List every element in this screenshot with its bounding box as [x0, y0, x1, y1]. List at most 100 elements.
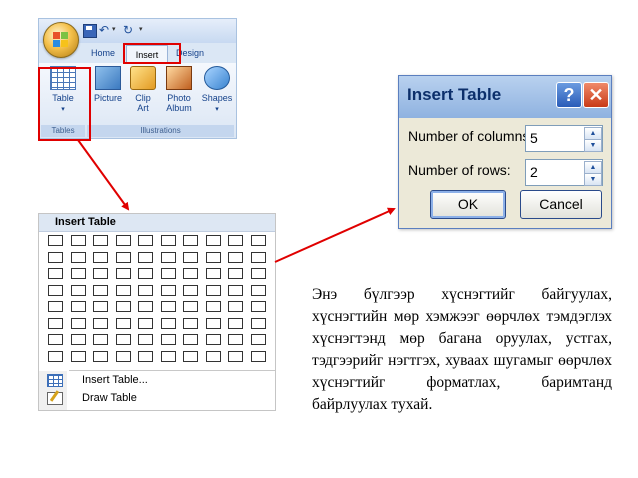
- columns-value[interactable]: 5: [530, 130, 538, 146]
- grid-cell[interactable]: [183, 235, 198, 246]
- grid-cell[interactable]: [115, 268, 131, 279]
- grid-cell[interactable]: [93, 235, 108, 246]
- grid-cell[interactable]: [228, 334, 243, 345]
- grid-cell[interactable]: [183, 317, 198, 329]
- grid-cell[interactable]: [48, 268, 63, 279]
- cancel-button[interactable]: Cancel: [520, 190, 602, 219]
- grid-cell[interactable]: [160, 268, 176, 279]
- grid-cell[interactable]: [250, 350, 266, 362]
- grid-cell[interactable]: [160, 317, 176, 329]
- grid-cell[interactable]: [93, 268, 108, 279]
- grid-cell[interactable]: [48, 251, 63, 263]
- grid-cell[interactable]: [183, 268, 198, 279]
- grid-cell[interactable]: [250, 334, 266, 345]
- grid-cell[interactable]: [183, 301, 198, 312]
- grid-cell[interactable]: [228, 317, 243, 329]
- grid-cell[interactable]: [138, 268, 153, 279]
- grid-cell[interactable]: [250, 317, 266, 329]
- grid-cell[interactable]: [228, 235, 243, 246]
- grid-cell[interactable]: [138, 284, 153, 296]
- photo-album-button[interactable]: Photo Album: [161, 66, 197, 113]
- grid-cell[interactable]: [250, 235, 266, 246]
- dialog-title-bar[interactable]: Insert Table ? ✕: [399, 76, 611, 118]
- grid-cell[interactable]: [93, 251, 108, 263]
- spin-down-icon[interactable]: ▼: [584, 173, 602, 186]
- grid-cell[interactable]: [70, 317, 86, 329]
- grid-cell[interactable]: [48, 235, 63, 246]
- save-icon[interactable]: [83, 24, 97, 38]
- grid-cell[interactable]: [115, 334, 131, 345]
- redo-icon[interactable]: ↻: [123, 24, 135, 36]
- grid-cell[interactable]: [138, 301, 153, 312]
- grid-cell[interactable]: [250, 251, 266, 263]
- menu-item-insert-table[interactable]: Insert Table...: [82, 374, 148, 386]
- grid-cell[interactable]: [70, 334, 86, 345]
- grid-cell[interactable]: [115, 235, 131, 246]
- grid-cell[interactable]: [138, 251, 153, 263]
- grid-cell[interactable]: [183, 251, 198, 263]
- office-button[interactable]: [43, 22, 79, 58]
- undo-icon[interactable]: ↶: [99, 24, 111, 36]
- grid-cell[interactable]: [205, 268, 221, 279]
- columns-spinner[interactable]: 5 ▲ ▼: [525, 125, 603, 152]
- grid-cell[interactable]: [228, 251, 243, 263]
- grid-cell[interactable]: [115, 350, 131, 362]
- grid-cell[interactable]: [138, 317, 153, 329]
- grid-cell[interactable]: [48, 301, 63, 312]
- grid-cell[interactable]: [205, 235, 221, 246]
- grid-cell[interactable]: [205, 317, 221, 329]
- grid-cell[interactable]: [183, 284, 198, 296]
- grid-cell[interactable]: [93, 301, 108, 312]
- grid-cell[interactable]: [160, 235, 176, 246]
- grid-cell[interactable]: [160, 301, 176, 312]
- grid-cell[interactable]: [228, 284, 243, 296]
- shapes-button[interactable]: Shapes ▾: [200, 66, 234, 115]
- grid-cell[interactable]: [48, 334, 63, 345]
- grid-cell[interactable]: [48, 350, 63, 362]
- grid-cell[interactable]: [205, 301, 221, 312]
- picture-button[interactable]: Picture: [91, 66, 125, 103]
- grid-cell[interactable]: [70, 350, 86, 362]
- grid-cell[interactable]: [93, 350, 108, 362]
- help-button[interactable]: ?: [556, 82, 582, 108]
- grid-cell[interactable]: [138, 334, 153, 345]
- close-button[interactable]: ✕: [583, 82, 609, 108]
- grid-cell[interactable]: [138, 350, 153, 362]
- grid-cell[interactable]: [228, 350, 243, 362]
- grid-cell[interactable]: [93, 334, 108, 345]
- clip-art-button[interactable]: Clip Art: [129, 66, 157, 113]
- grid-cell[interactable]: [250, 301, 266, 312]
- ok-button[interactable]: OK: [430, 190, 506, 219]
- spin-down-icon[interactable]: ▼: [584, 139, 602, 152]
- grid-cell[interactable]: [70, 284, 86, 296]
- grid-cell[interactable]: [70, 301, 86, 312]
- grid-cell[interactable]: [205, 284, 221, 296]
- grid-cell[interactable]: [115, 251, 131, 263]
- grid-cell[interactable]: [160, 284, 176, 296]
- grid-cell[interactable]: [70, 268, 86, 279]
- grid-cell[interactable]: [138, 235, 153, 246]
- grid-cell[interactable]: [48, 284, 63, 296]
- grid-cell[interactable]: [205, 251, 221, 263]
- grid-cell[interactable]: [160, 334, 176, 345]
- grid-cell[interactable]: [93, 317, 108, 329]
- grid-cell[interactable]: [183, 334, 198, 345]
- grid-cell[interactable]: [160, 350, 176, 362]
- grid-cell[interactable]: [48, 317, 63, 329]
- menu-item-draw-table[interactable]: Draw Table: [82, 392, 137, 404]
- grid-cell[interactable]: [205, 334, 221, 345]
- rows-value[interactable]: 2: [530, 164, 538, 180]
- tab-home[interactable]: Home: [87, 44, 119, 62]
- rows-spinner[interactable]: 2 ▲ ▼: [525, 159, 603, 186]
- grid-cell[interactable]: [115, 284, 131, 296]
- grid-cell[interactable]: [228, 301, 243, 312]
- grid-cell[interactable]: [183, 350, 198, 362]
- grid-cell[interactable]: [70, 251, 86, 263]
- grid-cell[interactable]: [250, 284, 266, 296]
- grid-cell[interactable]: [205, 350, 221, 362]
- grid-cell[interactable]: [70, 235, 86, 246]
- grid-cell[interactable]: [115, 317, 131, 329]
- grid-cell[interactable]: [93, 284, 108, 296]
- grid-cell[interactable]: [115, 301, 131, 312]
- customize-qat-icon[interactable]: ▾: [139, 24, 151, 36]
